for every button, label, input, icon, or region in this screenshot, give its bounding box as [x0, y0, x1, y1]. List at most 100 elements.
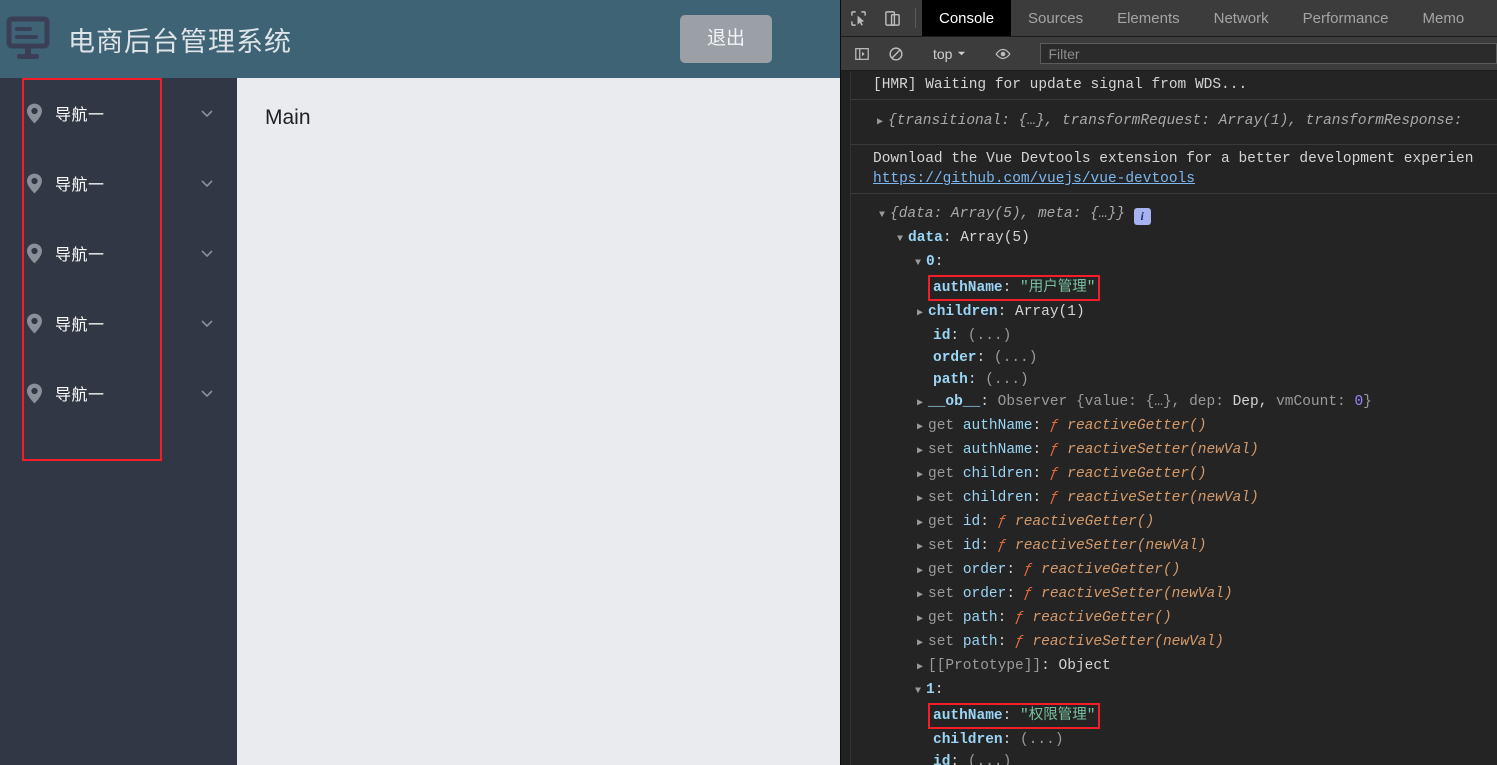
- tree-item0-ob-row[interactable]: ▶ __ob__: Observer {value: {…}, dep: Dep,…: [861, 391, 1497, 415]
- tab-performance[interactable]: Performance: [1286, 0, 1406, 36]
- tree-item0-prototype-row[interactable]: ▶ [[Prototype]]: Object: [861, 655, 1497, 679]
- inspect-cursor-icon[interactable]: [841, 0, 875, 36]
- info-badge-icon[interactable]: i: [1133, 208, 1151, 225]
- tree-item0-row[interactable]: ▼ 0:: [861, 251, 1497, 275]
- accessor-fn: reactiveSetter(newVal): [1015, 538, 1207, 554]
- chevron-down-icon[interactable]: [199, 385, 215, 401]
- tree-accessor-row-3[interactable]: ▶ set children: ƒ reactiveSetter(newVal): [861, 487, 1497, 511]
- tree-root-row[interactable]: ▼ {data: Array(5), meta: {…}} i: [861, 203, 1497, 227]
- accessor-fn: reactiveSetter(newVal): [1067, 490, 1259, 506]
- collapse-arrow-icon[interactable]: ▼: [897, 229, 908, 251]
- tree-item1-row[interactable]: ▼ 1:: [861, 679, 1497, 703]
- accessor-kind: get: [928, 610, 955, 626]
- console-object-tree[interactable]: ▼ {data: Array(5), meta: {…}} i ▼ data: Ar…: [841, 194, 1497, 765]
- accessor-kind: set: [928, 490, 955, 506]
- tree-accessor-row-8[interactable]: ▶ get path: ƒ reactiveGetter(): [861, 607, 1497, 631]
- tree-item1-id-row[interactable]: id: (...): [861, 751, 1497, 765]
- tree-accessor-row-2[interactable]: ▶ get children: ƒ reactiveGetter(): [861, 463, 1497, 487]
- collapse-arrow-icon[interactable]: ▼: [915, 681, 926, 703]
- sidebar-item-1[interactable]: 导航一: [0, 148, 237, 218]
- logout-button[interactable]: 退出: [680, 15, 772, 63]
- execution-context-select[interactable]: top: [926, 46, 973, 62]
- tree-root-suffix: }: [1116, 206, 1125, 222]
- tree-accessor-row-1[interactable]: ▶ set authName: ƒ reactiveSetter(newVal): [861, 439, 1497, 463]
- tab-memory[interactable]: Memo: [1406, 0, 1482, 36]
- chevron-down-icon[interactable]: [199, 315, 215, 331]
- clear-console-icon[interactable]: [879, 46, 913, 62]
- collapse-arrow-icon[interactable]: ▼: [915, 253, 926, 275]
- expand-arrow-icon[interactable]: ▶: [917, 489, 928, 511]
- tree-item1-children-row[interactable]: children: (...): [861, 729, 1497, 751]
- console-message-axios[interactable]: ▶ {transitional: {…}, transformRequest: A…: [841, 100, 1497, 145]
- chevron-down-icon[interactable]: [199, 175, 215, 191]
- tree-item0-path-key: path: [933, 372, 968, 388]
- tab-sources[interactable]: Sources: [1011, 0, 1100, 36]
- expand-arrow-icon[interactable]: ▶: [917, 441, 928, 463]
- tree-item0-path-row[interactable]: path: (...): [861, 369, 1497, 391]
- sidebar-item-2[interactable]: 导航一: [0, 218, 237, 288]
- vue-devtools-link[interactable]: https://github.com/vuejs/vue-devtools: [873, 171, 1195, 187]
- expand-arrow-icon[interactable]: ▶: [917, 303, 928, 325]
- chevron-down-icon[interactable]: [199, 105, 215, 121]
- tree-item0-children-key: children: [928, 304, 998, 320]
- tree-item0-order-value[interactable]: (...): [994, 350, 1038, 366]
- tree-item0-ob-prefix: Observer {: [997, 394, 1085, 410]
- tree-item0-order-row[interactable]: order: (...): [861, 347, 1497, 369]
- tab-console[interactable]: Console: [922, 0, 1012, 36]
- accessor-kind: get: [928, 466, 955, 482]
- execution-context-label: top: [933, 45, 953, 62]
- tree-accessor-row-4[interactable]: ▶ get id: ƒ reactiveGetter(): [861, 511, 1497, 535]
- ob-value-key: value: [1084, 394, 1129, 410]
- expand-arrow-icon[interactable]: ▶: [917, 537, 928, 559]
- collapse-arrow-icon[interactable]: ▼: [879, 205, 890, 227]
- show-console-sidebar-icon[interactable]: [845, 46, 879, 62]
- tree-item0-authName-value: "用户管理": [1020, 280, 1096, 296]
- tree-item0-children-row[interactable]: ▶ children: Array(1): [861, 301, 1497, 325]
- tree-item1-id-value[interactable]: (...): [968, 754, 1012, 765]
- expand-arrow-icon[interactable]: ▶: [917, 561, 928, 583]
- tree-accessor-row-6[interactable]: ▶ get order: ƒ reactiveGetter(): [861, 559, 1497, 583]
- tree-item0-id-row[interactable]: id: (...): [861, 325, 1497, 347]
- tab-elements[interactable]: Elements: [1100, 0, 1197, 36]
- accessor-kind: get: [928, 562, 955, 578]
- expand-arrow-icon[interactable]: ▶: [917, 417, 928, 439]
- tree-data-row[interactable]: ▼ data: Array(5): [861, 227, 1497, 251]
- sidebar-item-4[interactable]: 导航一: [0, 358, 237, 428]
- tree-accessor-row-7[interactable]: ▶ set order: ƒ reactiveSetter(newVal): [861, 583, 1497, 607]
- tree-item1-authName-row[interactable]: authName: "权限管理": [861, 703, 1497, 729]
- sidebar-item-0[interactable]: 导航一: [0, 78, 237, 148]
- accessor-kind: set: [928, 634, 955, 650]
- accessor-fn: reactiveSetter(newVal): [1067, 442, 1259, 458]
- tree-accessor-row-5[interactable]: ▶ set id: ƒ reactiveSetter(newVal): [861, 535, 1497, 559]
- expand-arrow-icon[interactable]: ▶: [917, 609, 928, 631]
- expand-arrow-icon[interactable]: ▶: [877, 113, 888, 133]
- tree-accessor-row-0[interactable]: ▶ get authName: ƒ reactiveGetter(): [861, 415, 1497, 439]
- accessor-name: order: [962, 586, 1007, 602]
- sidebar-item-label: 导航一: [55, 177, 105, 194]
- console-message-vue-devtools: Download the Vue Devtools extension for …: [841, 145, 1497, 194]
- app-title: 电商后台管理系统: [68, 26, 292, 57]
- expand-arrow-icon[interactable]: ▶: [917, 393, 928, 415]
- tree-item0-authName-row[interactable]: authName: "用户管理": [861, 275, 1497, 301]
- tree-item0-id-value[interactable]: (...): [968, 328, 1012, 344]
- tree-root-key1: data: [898, 206, 934, 222]
- live-expression-eye-icon[interactable]: [986, 46, 1020, 62]
- expand-arrow-icon[interactable]: ▶: [917, 465, 928, 487]
- authName-highlight-box-2: authName: "权限管理": [928, 703, 1101, 729]
- accessor-fn: reactiveSetter(newVal): [1032, 634, 1224, 650]
- expand-arrow-icon[interactable]: ▶: [917, 657, 928, 679]
- chevron-down-icon[interactable]: [199, 245, 215, 261]
- device-toolbar-icon[interactable]: [875, 0, 909, 36]
- tree-data-value: Array(5): [960, 230, 1030, 246]
- console-output[interactable]: [HMR] Waiting for update signal from WDS…: [841, 71, 1497, 765]
- tree-item0-path-value[interactable]: (...): [985, 372, 1029, 388]
- tree-item1-children-value[interactable]: (...): [1020, 732, 1064, 748]
- filter-input[interactable]: [1040, 43, 1497, 64]
- sidebar-item-3[interactable]: 导航一: [0, 288, 237, 358]
- expand-arrow-icon[interactable]: ▶: [917, 585, 928, 607]
- expand-arrow-icon[interactable]: ▶: [917, 633, 928, 655]
- toolbar-divider: [915, 8, 916, 28]
- tree-accessor-row-9[interactable]: ▶ set path: ƒ reactiveSetter(newVal): [861, 631, 1497, 655]
- tab-network[interactable]: Network: [1197, 0, 1286, 36]
- expand-arrow-icon[interactable]: ▶: [917, 513, 928, 535]
